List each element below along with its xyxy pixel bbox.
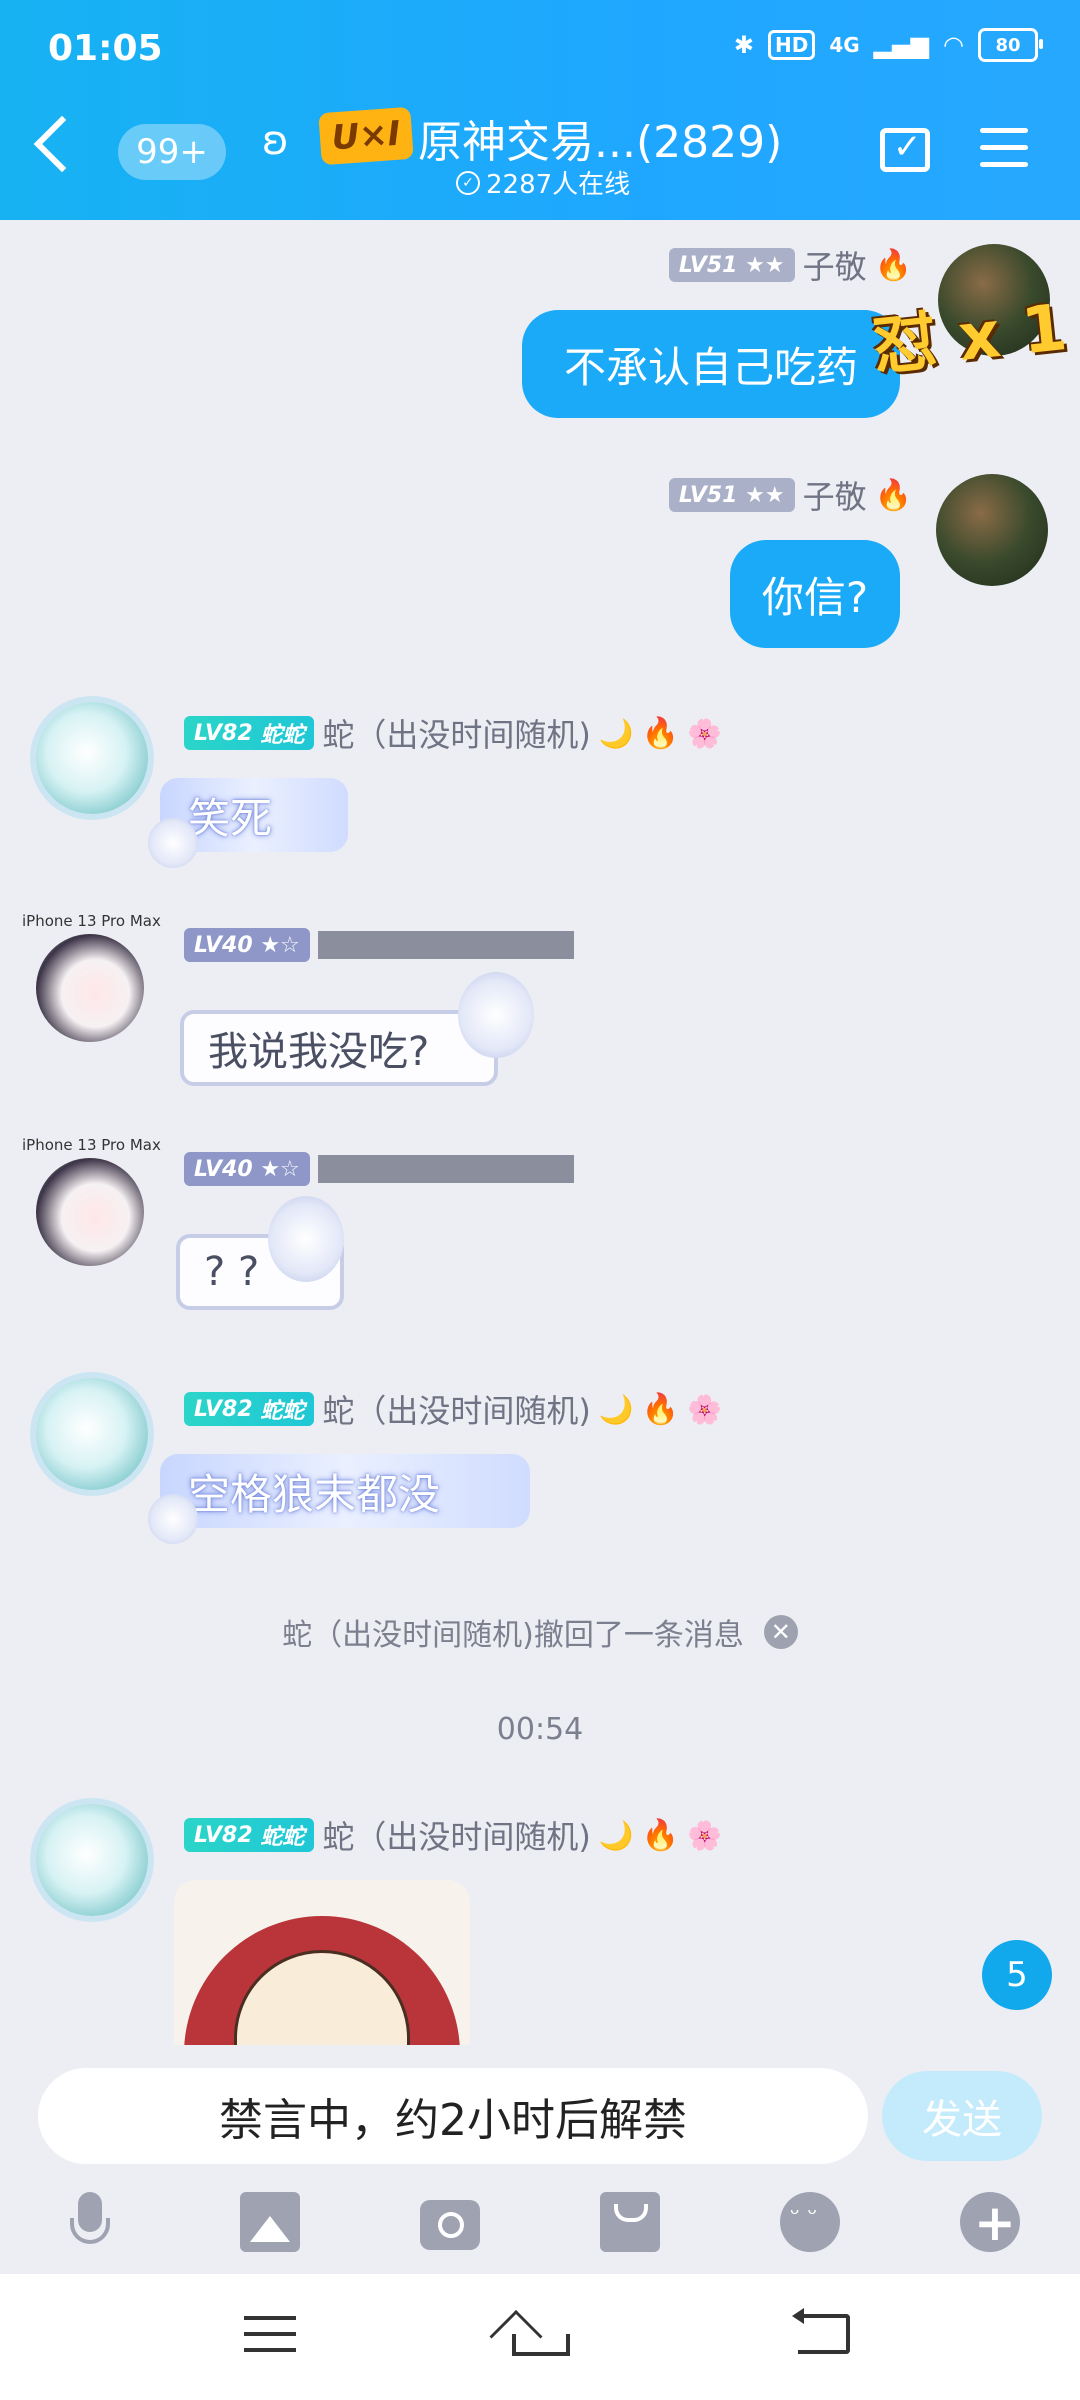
chat-list[interactable]: LV51 ★★ 子敬 🔥 不承认自己吃药 怼 x 1 LV51 ★★ 子敬 🔥 … — [0, 220, 1080, 2045]
input-toolbar — [0, 2180, 1080, 2270]
angry-badge: 怼 x 1 — [869, 291, 1071, 385]
emoji-icon[interactable] — [780, 2192, 840, 2252]
sender-name[interactable]: 子敬 — [803, 242, 867, 288]
recent-apps-icon[interactable] — [244, 2316, 296, 2364]
message-meta: LV51 ★★ 子敬 🔥 — [668, 242, 912, 288]
online-label: 2287人在线 — [486, 170, 631, 200]
group-logo: U×I — [318, 106, 414, 166]
level-badge: LV82 蛇蛇 — [184, 1392, 315, 1426]
message-meta: LV51 ★★ 子敬 🔥 — [668, 472, 912, 518]
signal-icon: ▂▄▆ — [873, 31, 930, 59]
check-circle-icon: ✓ — [456, 170, 480, 195]
camera-icon[interactable] — [420, 2200, 480, 2250]
new-messages-badge[interactable]: 5 — [982, 1940, 1052, 2010]
home-icon[interactable] — [506, 2310, 576, 2360]
message-bubble[interactable]: 空格狼末都没 — [160, 1454, 530, 1528]
avatar[interactable] — [936, 474, 1048, 586]
avatar[interactable] — [36, 934, 144, 1042]
message-item: LV82 蛇蛇 蛇（出没时间随机) 🌙 🔥 🌸 — [0, 1792, 1080, 2045]
hd-badge: HD — [767, 30, 816, 60]
wifi-icon: ◠ — [943, 31, 964, 59]
chat-header: 01:05 ✱ HD 4G ▂▄▆ ◠ 80 99+ ʚ U×I 原神交易...… — [0, 0, 1080, 220]
moon-icon: 🌙 — [598, 1818, 634, 1852]
message-meta: LV82 蛇蛇 蛇（出没时间随机) 🌙 🔥 🌸 — [184, 1812, 722, 1858]
flower-icon: 🌸 — [687, 1392, 722, 1426]
message-meta: LV40 ★☆ — [184, 928, 574, 962]
message-bubble[interactable]: 你信? — [730, 540, 900, 648]
envelope-icon[interactable] — [600, 2192, 660, 2252]
fire-icon: 🔥 — [641, 1817, 680, 1853]
message-item: LV82 蛇蛇 蛇（出没时间随机) 🌙 🔥 🌸 空格狼末都没 — [0, 1366, 1080, 1566]
sticker-image[interactable] — [174, 1880, 470, 2045]
recall-text: 蛇（出没时间随机)撤回了一条消息 — [282, 1618, 744, 1653]
bubble-decoration — [148, 1494, 198, 1544]
sender-name[interactable]: 蛇（出没时间随机) — [322, 1386, 591, 1432]
level-badge: LV82 蛇蛇 — [184, 1818, 315, 1852]
device-label: iPhone 13 Pro Max — [22, 1136, 161, 1154]
bubble-decoration — [148, 818, 198, 868]
avatar[interactable] — [36, 1804, 148, 1916]
nav-back-icon[interactable] — [792, 2308, 850, 2354]
network-label: 4G — [829, 33, 860, 57]
redacted-name — [317, 1155, 574, 1183]
message-input[interactable]: 禁言中，约2小时后解禁 — [38, 2068, 868, 2164]
message-item: iPhone 13 Pro Max LV40 ★☆ ? ? — [0, 1134, 1080, 1344]
plus-icon[interactable] — [960, 2192, 1020, 2252]
back-button[interactable] — [33, 115, 91, 173]
unread-badge[interactable]: 99+ — [118, 124, 226, 180]
battery-icon: 80 — [978, 28, 1043, 62]
sender-name[interactable]: 蛇（出没时间随机) — [322, 1812, 591, 1858]
message-meta: LV40 ★☆ — [184, 1152, 574, 1186]
avatar[interactable] — [36, 702, 148, 814]
level-badge: LV40 ★☆ — [184, 928, 310, 962]
moon-icon: 🌙 — [598, 1392, 634, 1426]
moon-icon: 🌙 — [598, 716, 634, 750]
redacted-name — [317, 931, 574, 959]
menu-icon[interactable] — [980, 128, 1028, 179]
flower-icon: 🌸 — [687, 1818, 722, 1852]
timestamp-text: 00:54 — [496, 1712, 584, 1747]
fire-icon: 🔥 — [874, 247, 912, 283]
image-icon[interactable] — [240, 2192, 300, 2252]
level-badge: LV51 ★★ — [668, 478, 795, 512]
flower-icon: 🌸 — [687, 716, 722, 750]
message-meta: LV82 蛇蛇 蛇（出没时间随机) 🌙 🔥 🌸 — [184, 710, 722, 756]
timestamp: 00:54 — [0, 1712, 1080, 1747]
bluetooth-icon: ✱ — [733, 31, 754, 59]
message-meta: LV82 蛇蛇 蛇（出没时间随机) 🌙 🔥 🌸 — [184, 1386, 722, 1432]
message-item: LV51 ★★ 子敬 🔥 你信? — [0, 450, 1080, 670]
message-bubble[interactable]: 我说我没吃? — [180, 1010, 498, 1086]
bubble-decoration — [268, 1196, 344, 1282]
status-icons: ✱ HD 4G ▂▄▆ ◠ 80 — [733, 28, 1043, 62]
message-bubble[interactable]: 不承认自己吃药 — [522, 310, 900, 418]
group-title[interactable]: 原神交易...(2829) — [418, 106, 782, 170]
avatar[interactable] — [36, 1158, 144, 1266]
recall-notice: 蛇（出没时间随机)撤回了一条消息 ✕ — [0, 1610, 1080, 1654]
message-item: iPhone 13 Pro Max LV40 ★☆ 我说我没吃? — [0, 910, 1080, 1120]
level-badge: LV82 蛇蛇 — [184, 716, 315, 750]
level-badge: LV40 ★☆ — [184, 1152, 310, 1186]
status-time: 01:05 — [48, 28, 163, 69]
online-count: ✓ 2287人在线 — [456, 164, 630, 201]
calendar-check-icon[interactable] — [880, 127, 930, 172]
avatar[interactable] — [36, 1378, 148, 1490]
level-badge: LV51 ★★ — [668, 248, 795, 282]
fire-icon: 🔥 — [641, 715, 680, 751]
sender-name[interactable]: 子敬 — [803, 472, 867, 518]
fire-icon: 🔥 — [641, 1391, 680, 1427]
ear-icon[interactable]: ʚ — [262, 118, 289, 164]
mic-icon[interactable] — [60, 2192, 120, 2252]
message-item: LV82 蛇蛇 蛇（出没时间随机) 🌙 🔥 🌸 笑死 — [0, 690, 1080, 890]
send-button[interactable]: 发送 — [882, 2071, 1042, 2161]
system-nav-bar — [0, 2274, 1080, 2400]
message-item: LV51 ★★ 子敬 🔥 不承认自己吃药 怼 x 1 — [0, 220, 1080, 440]
fire-icon: 🔥 — [874, 477, 912, 513]
sender-name[interactable]: 蛇（出没时间随机) — [322, 710, 591, 756]
close-icon[interactable]: ✕ — [763, 1615, 798, 1649]
device-label: iPhone 13 Pro Max — [22, 912, 161, 930]
bubble-decoration — [458, 972, 534, 1058]
